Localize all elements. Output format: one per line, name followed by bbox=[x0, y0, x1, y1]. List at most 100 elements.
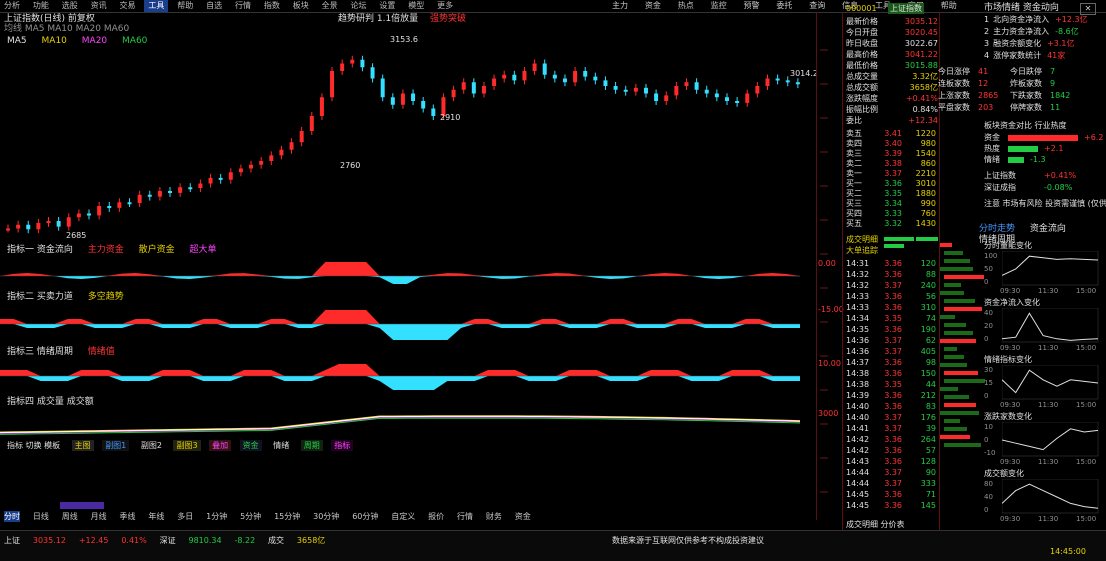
tick-vol: 240 bbox=[920, 281, 936, 290]
candle-body bbox=[775, 78, 780, 81]
level-bar bbox=[944, 299, 975, 303]
level-bar bbox=[944, 379, 985, 383]
indicator-tag[interactable]: 主力资金 bbox=[85, 245, 127, 256]
menu-right-item[interactable]: 监控 bbox=[711, 0, 727, 11]
switch-item[interactable]: 周期 bbox=[300, 440, 323, 451]
ind3-value: 10.00 bbox=[818, 359, 841, 368]
market-row[interactable]: 3 融资余额变化 +3.1亿 bbox=[984, 38, 1104, 50]
market-row[interactable]: 2 主力资金净流入 -8.6亿 bbox=[984, 26, 1104, 38]
status-item[interactable]: 深证 bbox=[160, 535, 176, 546]
menu-item[interactable]: 全景 bbox=[318, 0, 342, 12]
row-text: 融资余额变化 bbox=[993, 39, 1042, 48]
compare-rows: 资金 +6.2 热度 +2.1 情绪 -1.3 bbox=[984, 132, 1104, 165]
menu-item[interactable]: 指数 bbox=[260, 0, 284, 12]
candle-body bbox=[218, 177, 223, 180]
trend-rows: 上证指数 +0.41% 深证成指 -0.08% bbox=[984, 170, 1104, 194]
candlestick-chart[interactable] bbox=[0, 44, 816, 240]
period-tab[interactable]: 年线 bbox=[148, 511, 164, 522]
menu-item[interactable]: 选股 bbox=[58, 0, 82, 12]
switch-item[interactable]: 副图1 bbox=[102, 440, 130, 451]
negative-area bbox=[0, 324, 800, 340]
period-tab[interactable]: 周线 bbox=[62, 511, 78, 522]
right-tab[interactable]: 资金流向 bbox=[1027, 224, 1069, 235]
menu-right-item[interactable]: 查询 bbox=[809, 0, 825, 11]
candle-body bbox=[390, 97, 395, 105]
tick-row: 14:42 3.36 57 bbox=[846, 445, 938, 456]
tick-time: 14:37 bbox=[846, 358, 870, 367]
tick-time: 14:36 bbox=[846, 347, 870, 356]
positive-area bbox=[0, 310, 800, 324]
menu-right-item[interactable]: 帮助 bbox=[941, 0, 957, 11]
period-tab[interactable]: 资金 bbox=[515, 511, 531, 522]
period-tab[interactable]: 5分钟 bbox=[240, 511, 261, 522]
period-tab[interactable]: 30分钟 bbox=[313, 511, 339, 522]
menu-item[interactable]: 分析 bbox=[0, 0, 24, 12]
grid-value: 203 bbox=[978, 103, 994, 112]
menu-item[interactable]: 行情 bbox=[231, 0, 255, 12]
menu-right-item[interactable]: 预警 bbox=[744, 0, 760, 11]
period-tab[interactable]: 财务 bbox=[486, 511, 502, 522]
candle-body bbox=[461, 82, 466, 90]
switch-item[interactable]: 副图2 bbox=[138, 440, 165, 451]
period-tab[interactable]: 1分钟 bbox=[206, 511, 227, 522]
right-tab[interactable]: 分时走势 bbox=[976, 224, 1018, 235]
period-tab[interactable]: 多日 bbox=[177, 511, 193, 522]
period-tab[interactable]: 季线 bbox=[120, 511, 136, 522]
menu-item-active[interactable]: 工具 bbox=[144, 0, 169, 12]
candle-body bbox=[107, 206, 112, 208]
menu-right-item[interactable]: 资金 bbox=[645, 0, 661, 11]
status-item[interactable]: 上证 bbox=[4, 535, 20, 546]
menu-right-item[interactable]: 热点 bbox=[678, 0, 694, 11]
switch-item[interactable]: 主图 bbox=[71, 440, 94, 451]
menu-item[interactable]: 设置 bbox=[375, 0, 399, 12]
candle-body bbox=[542, 63, 547, 75]
switch-item[interactable]: 指标 bbox=[331, 440, 354, 451]
scroll-thumb[interactable] bbox=[60, 502, 104, 509]
indicator-tag[interactable]: 散户资金 bbox=[136, 245, 178, 256]
period-tab[interactable]: 自定义 bbox=[391, 511, 415, 522]
right-panel-title: 市场情绪 资金动向 bbox=[984, 3, 1059, 13]
menu-item[interactable]: 板块 bbox=[289, 0, 313, 12]
menu-right-item[interactable]: 委托 bbox=[776, 0, 792, 11]
candle-body bbox=[532, 63, 537, 71]
trend-row[interactable]: 深证成指 -0.08% bbox=[984, 182, 1104, 194]
mini-line bbox=[1002, 369, 1099, 394]
status-item: 3658亿 bbox=[296, 536, 326, 545]
order-level-row[interactable]: 买五 3.32 1430 bbox=[846, 218, 938, 229]
period-tab[interactable]: 报价 bbox=[428, 511, 444, 522]
quote-code: 000001 bbox=[846, 4, 877, 13]
menu-item[interactable]: 功能 bbox=[29, 0, 53, 12]
market-row[interactable]: 1 北向资金净流入 +12.3亿 bbox=[984, 14, 1104, 26]
tick-vol: 88 bbox=[925, 270, 936, 279]
switch-item[interactable]: 情绪 bbox=[270, 440, 292, 451]
menu-item[interactable]: 模型 bbox=[404, 0, 428, 12]
stat-value: +12.34 bbox=[908, 116, 938, 125]
period-tab[interactable]: 15分钟 bbox=[274, 511, 300, 522]
period-tab[interactable]: 日线 bbox=[33, 511, 49, 522]
tick-price: 3.36 bbox=[884, 391, 902, 400]
switch-item[interactable]: 资金 bbox=[239, 440, 262, 451]
menu-item[interactable]: 更多 bbox=[433, 0, 457, 12]
menu-item[interactable]: 资讯 bbox=[87, 0, 111, 12]
menu-item[interactable]: 自选 bbox=[202, 0, 226, 12]
candle-body bbox=[36, 222, 41, 230]
switch-item[interactable]: 副图3 bbox=[173, 440, 201, 451]
menu-item[interactable]: 帮助 bbox=[173, 0, 197, 12]
indicator-tag[interactable]: 超大单 bbox=[187, 245, 220, 256]
market-row[interactable]: 4 涨停家数统计 41家 bbox=[984, 50, 1104, 62]
menu-right-item[interactable]: 主力 bbox=[612, 0, 628, 11]
period-tab[interactable]: 60分钟 bbox=[352, 511, 378, 522]
mini-ytick: 0 bbox=[984, 392, 989, 400]
candle-body bbox=[795, 82, 800, 85]
menu-item[interactable]: 交易 bbox=[116, 0, 140, 12]
period-tab[interactable]: 分时 bbox=[4, 511, 20, 522]
period-tab[interactable]: 行情 bbox=[457, 511, 473, 522]
switch-item[interactable]: 叠加 bbox=[209, 440, 232, 451]
period-tab[interactable]: 月线 bbox=[91, 511, 107, 522]
right-notice: 注意 市场有风险 投资需谨慎 (仅供参考) bbox=[984, 199, 1106, 208]
tick-row: 14:37 3.36 98 bbox=[846, 357, 938, 368]
status-item: 0.41% bbox=[121, 536, 147, 545]
menu-item[interactable]: 论坛 bbox=[347, 0, 371, 12]
quote-title[interactable]: 上证指数 bbox=[888, 3, 924, 14]
trend-row[interactable]: 上证指数 +0.41% bbox=[984, 170, 1104, 182]
